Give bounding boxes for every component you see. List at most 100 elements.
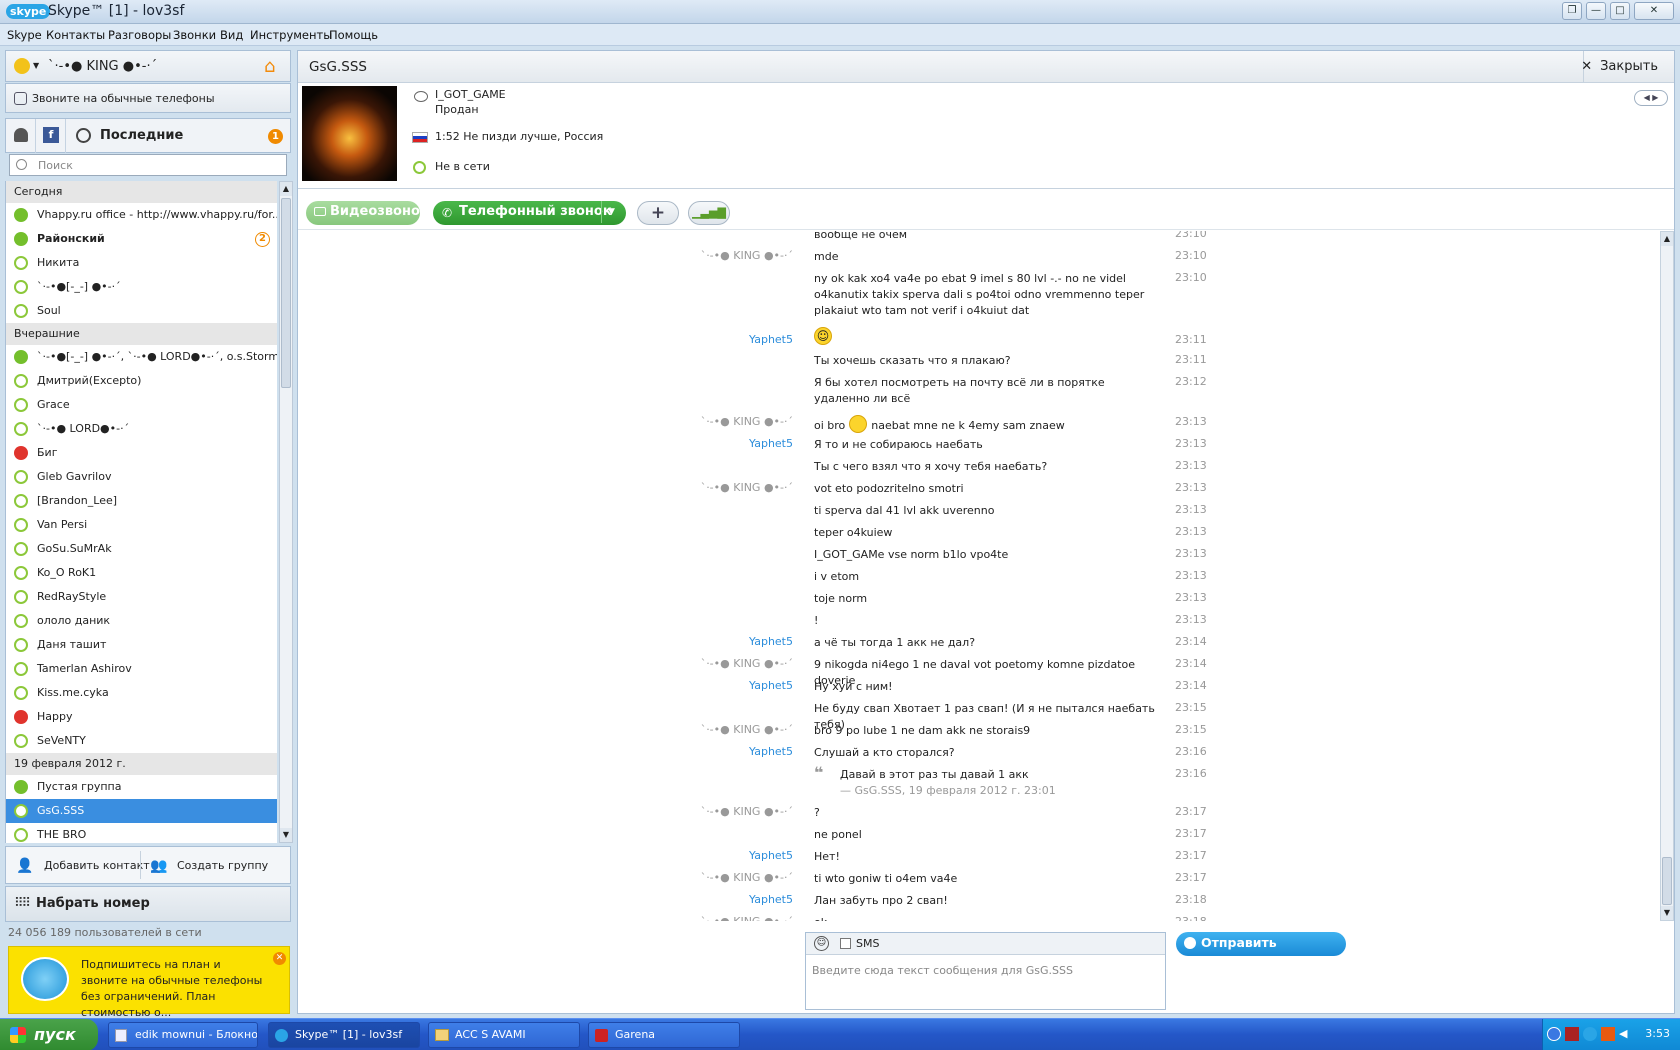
- thinking-emoticon-icon: [849, 415, 868, 433]
- tab-facebook[interactable]: f: [36, 119, 66, 153]
- chevron-down-icon[interactable]: ▼: [33, 61, 39, 70]
- contact-item[interactable]: THE BRO: [6, 823, 277, 843]
- message-sender[interactable]: Yaphet5: [749, 635, 793, 648]
- contact-item[interactable]: Никита: [6, 251, 277, 275]
- task-folder[interactable]: ACC S AVAMI: [428, 1022, 580, 1048]
- message-sender[interactable]: `·-•● KING ●•-·´: [701, 723, 793, 736]
- sms-checkbox[interactable]: [840, 938, 851, 949]
- contact-item[interactable]: `·-•●[-_-] ●•-·´, `·-•● LORD●•-·´, o.s.S…: [6, 345, 277, 369]
- task-skype[interactable]: Skype™ [1] - lov3sf: [268, 1022, 420, 1048]
- scroll-thumb[interactable]: [281, 198, 291, 388]
- message-sender[interactable]: `·-•● KING ●•-·´: [701, 415, 793, 428]
- task-label: Skype™ [1] - lov3sf: [295, 1028, 403, 1041]
- contact-item[interactable]: Van Persi: [6, 513, 277, 537]
- app-tray-icon[interactable]: [1601, 1027, 1615, 1041]
- mood-text: I_GOT_GAME: [435, 88, 506, 101]
- contact-item[interactable]: Дмитрий(Excepto): [6, 369, 277, 393]
- contact-item[interactable]: Биг: [6, 441, 277, 465]
- add-contact-button[interactable]: Добавить контакт: [44, 859, 150, 872]
- restore-window-icon[interactable]: ❐: [1562, 2, 1582, 20]
- message-composer[interactable]: ☺ SMS Введите сюда текст сообщения для G…: [805, 932, 1166, 1010]
- task-garena[interactable]: Garena: [588, 1022, 740, 1048]
- tab-recent-label[interactable]: Последние: [100, 128, 183, 143]
- contact-item[interactable]: Grace: [6, 393, 277, 417]
- contact-item[interactable]: GoSu.SuMrAk: [6, 537, 277, 561]
- prev-next-arrows[interactable]: ◀ ▶: [1634, 90, 1668, 106]
- status-icon: [14, 422, 28, 436]
- phone-call-button[interactable]: ✆ Телефонный звонок ▼: [433, 201, 626, 225]
- contact-item[interactable]: `·-•●[-_-] ●•-·´: [6, 275, 277, 299]
- clock-icon: [76, 128, 91, 143]
- scroll-down-icon[interactable]: ▼: [280, 828, 292, 842]
- menu-conversations[interactable]: Разговоры: [108, 28, 171, 42]
- contact-item[interactable]: Vhappy.ru office - http://www.vhappy.ru/…: [6, 203, 277, 227]
- message-sender[interactable]: Yaphet5: [749, 893, 793, 906]
- task-notepad[interactable]: edik mownui - Блокнот: [108, 1022, 258, 1048]
- search-input[interactable]: Поиск: [9, 154, 287, 176]
- message-sender[interactable]: Yaphet5: [749, 745, 793, 758]
- garena-tray-icon[interactable]: [1565, 1027, 1579, 1041]
- message-sender[interactable]: `·-•● KING ●•-·´: [701, 915, 793, 921]
- scroll-thumb[interactable]: [1662, 857, 1672, 905]
- contact-item[interactable]: Kiss.me.cyka: [6, 681, 277, 705]
- promo-banner[interactable]: Подпишитесь на план и звоните на обычные…: [8, 946, 290, 1019]
- contact-item[interactable]: Районский 2: [6, 227, 277, 251]
- message-scrollbar[interactable]: ▲ ▼: [1660, 231, 1674, 921]
- contact-item[interactable]: Tamerlan Ashirov: [6, 657, 277, 681]
- contact-item[interactable]: RedRayStyle: [6, 585, 277, 609]
- chevron-down-icon[interactable]: ▼: [608, 201, 615, 223]
- emoticon-icon[interactable]: ☺: [814, 936, 829, 951]
- message-sender[interactable]: `·-•● KING ●•-·´: [701, 657, 793, 670]
- contact-item[interactable]: [Brandon_Lee]: [6, 489, 277, 513]
- contact-item[interactable]: Happy: [6, 705, 277, 729]
- message-sender[interactable]: `·-•● KING ●•-·´: [701, 805, 793, 818]
- dial-bar[interactable]: ⠿⠿ Набрать номер: [5, 886, 291, 922]
- message-sender[interactable]: Yaphet5: [749, 437, 793, 450]
- send-message-button[interactable]: Отправить сообщение: [1176, 932, 1346, 972]
- menu-view[interactable]: Вид: [220, 28, 243, 42]
- message-sender[interactable]: `·-•● KING ●•-·´: [701, 481, 793, 494]
- contact-item[interactable]: Пустая группа: [6, 775, 277, 799]
- add-participant-icon[interactable]: +: [637, 201, 679, 225]
- contact-item[interactable]: Gleb Gavrilov: [6, 465, 277, 489]
- contact-item[interactable]: ололо даник: [6, 609, 277, 633]
- contact-item[interactable]: `·-•● LORD●•-·´: [6, 417, 277, 441]
- video-call-button[interactable]: Видеозвонок: [306, 201, 429, 225]
- contact-item[interactable]: Soul: [6, 299, 277, 323]
- menu-contacts[interactable]: Контакты: [46, 28, 105, 42]
- menu-help[interactable]: Помощь: [329, 28, 378, 42]
- home-icon[interactable]: ⌂: [264, 56, 275, 77]
- contact-list-scrollbar[interactable]: ▲ ▼: [279, 181, 293, 843]
- menu-tools[interactable]: Инструменты: [250, 28, 332, 42]
- menu-calls[interactable]: Звонки: [173, 28, 216, 42]
- message-sender[interactable]: Yaphet5: [749, 333, 793, 346]
- contact-item[interactable]: Даня ташит: [6, 633, 277, 657]
- message-sender[interactable]: `·-•● KING ●•-·´: [701, 249, 793, 262]
- profile-bar[interactable]: ▼ `·-•● KING ●•-·´ ⌂: [5, 50, 291, 82]
- message-sender[interactable]: Yaphet5: [749, 849, 793, 862]
- scroll-up-icon[interactable]: ▲: [280, 182, 292, 196]
- contact-avatar[interactable]: [302, 86, 397, 181]
- message-sender[interactable]: `·-•● KING ●•-·´: [701, 871, 793, 884]
- tray-expand-icon[interactable]: [1547, 1027, 1561, 1041]
- contact-item[interactable]: GsG.SSS: [6, 799, 277, 823]
- start-button[interactable]: пуск: [0, 1019, 98, 1050]
- tab-contacts[interactable]: [6, 119, 36, 153]
- close-chat-button[interactable]: ✕ Закрыть: [1581, 59, 1658, 74]
- close-promo-icon[interactable]: ✕: [273, 952, 286, 965]
- minimize-button[interactable]: —: [1586, 2, 1606, 20]
- message-sender[interactable]: Yaphet5: [749, 679, 793, 692]
- menu-skype[interactable]: Skype: [7, 28, 42, 42]
- close-window-button[interactable]: ✕: [1634, 2, 1674, 20]
- call-phones-bar[interactable]: Звоните на обычные телефоны: [5, 83, 291, 113]
- call-quality-icon[interactable]: ▁▃▅▇: [688, 201, 730, 225]
- scroll-up-icon[interactable]: ▲: [1661, 232, 1673, 246]
- skype-tray-icon[interactable]: [1583, 1027, 1597, 1041]
- create-group-button[interactable]: Создать группу: [177, 859, 268, 872]
- scroll-down-icon[interactable]: ▼: [1661, 906, 1673, 920]
- contact-item[interactable]: SeVeNTY: [6, 729, 277, 753]
- away-status-icon[interactable]: [14, 58, 30, 74]
- maximize-button[interactable]: □: [1610, 2, 1630, 20]
- contact-item[interactable]: Ko_O RoK1: [6, 561, 277, 585]
- volume-icon[interactable]: ◀: [1619, 1027, 1633, 1041]
